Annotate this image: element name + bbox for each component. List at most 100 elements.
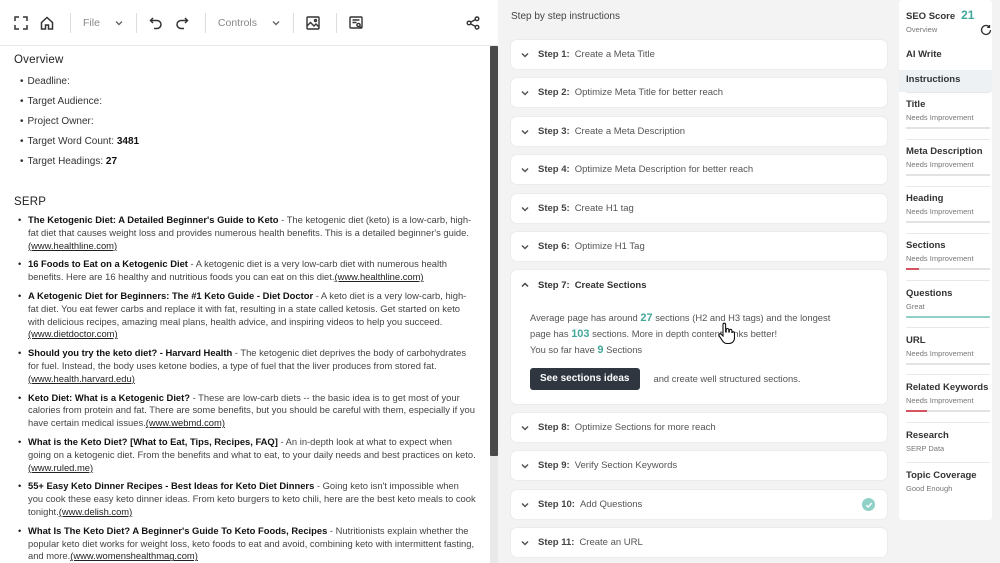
serp-result: What is the Keto Diet? [What to Eat, Tip… <box>14 436 476 474</box>
sidebar-item-questions[interactable]: Questions Great <box>906 288 992 318</box>
serp-link[interactable]: (www.health.harvard.edu) <box>28 373 135 384</box>
see-sections-ideas-button[interactable]: See sections ideas <box>530 368 640 390</box>
chevron-down-icon <box>521 167 529 173</box>
step-row[interactable]: Step 3: Create a Meta Description <box>511 117 887 146</box>
chevron-down-icon <box>521 129 529 135</box>
serp-link[interactable]: (www.healthline.com) <box>334 271 423 282</box>
overview-item: Target Headings: 27 <box>14 152 476 172</box>
sidebar-item-url[interactable]: URL Needs Improvement <box>906 335 992 365</box>
redo-icon[interactable] <box>171 12 193 34</box>
undo-icon[interactable] <box>145 12 167 34</box>
image-icon[interactable] <box>302 12 324 34</box>
editor-scrollbar[interactable] <box>490 46 498 563</box>
sidebar-item-label: Research <box>906 430 949 441</box>
sidebar-item-heading[interactable]: Heading Needs Improvement <box>906 193 992 223</box>
step-row[interactable]: Step 4: Optimize Meta Description for bet… <box>511 155 887 184</box>
serp-link[interactable]: (www.delish.com) <box>59 506 132 517</box>
score-progress-fill <box>906 316 990 318</box>
sidebar-item-label: Related Keywords <box>906 382 989 393</box>
sidebar-item-sections[interactable]: Sections Needs Improvement <box>906 240 992 270</box>
text-fragment: Sections <box>606 344 643 355</box>
scrollbar-thumb[interactable] <box>490 46 498 456</box>
text-fragment: sections (H2 and H3 tags) and the longes… <box>655 312 831 323</box>
serp-title: Keto Diet: What is a Ketogenic Diet? <box>28 391 190 403</box>
serp-link[interactable]: (www.dietdoctor.com) <box>28 328 118 339</box>
step-row[interactable]: Step 6: Optimize H1 Tag <box>511 232 887 261</box>
overview-label: Deadline: <box>27 76 70 87</box>
document-review-icon[interactable] <box>345 12 367 34</box>
chevron-down-icon <box>521 540 529 546</box>
sidebar-item-research[interactable]: Research SERP Data <box>906 430 992 453</box>
step-label: Optimize Meta Title for better reach <box>574 87 724 98</box>
sidebar-item-label: URL <box>906 335 926 346</box>
step-7-header[interactable]: Step 7: Create Sections <box>511 270 887 300</box>
sidebar-item-status: Needs Improvement <box>906 396 974 405</box>
sidebar-item-label: Questions <box>906 288 953 299</box>
score-progress-bar <box>906 127 990 129</box>
sidebar-divider <box>906 92 990 93</box>
step-7-expanded: Step 7: Create Sections Average page has… <box>511 270 887 404</box>
serp-result: What Is The Keto Diet? A Beginner's Guid… <box>14 525 476 563</box>
step-label: Optimize Meta Description for better rea… <box>574 164 754 175</box>
serp-result: A Ketogenic Diet for Beginners: The #1 K… <box>14 290 476 341</box>
home-icon[interactable] <box>36 12 58 34</box>
sidebar-item-label: Sections <box>906 240 946 251</box>
overview-item: Target Audience: <box>14 92 476 112</box>
step-number: Step 8: <box>538 422 570 433</box>
serp-result: The Ketogenic Diet: A Detailed Beginner'… <box>14 214 476 252</box>
sidebar-item-status: Good Enough <box>906 484 953 493</box>
sidebar-item-related-keywords[interactable]: Related Keywords Needs Improvement <box>906 382 992 412</box>
serp-title: What Is The Keto Diet? A Beginner's Guid… <box>28 524 328 536</box>
step-label: Create Sections <box>574 279 647 291</box>
serp-link[interactable]: (www.womenshealthmag.com) <box>70 550 198 561</box>
serp-title: What is the Keto Diet? [What to Eat, Tip… <box>28 435 278 447</box>
serp-title: The Ketogenic Diet: A Detailed Beginner'… <box>28 214 279 225</box>
serp-title: A Ketogenic Diet for Beginners: The #1 K… <box>28 289 314 301</box>
step-row[interactable]: Step 1: Create a Meta Title <box>511 40 887 69</box>
sidebar-item-topic-coverage[interactable]: Topic Coverage Good Enough <box>906 470 992 493</box>
toolbar-divider <box>204 12 206 33</box>
editor-content[interactable]: Overview Deadline: Target Audience: Proj… <box>0 46 490 563</box>
sidebar-divider <box>906 233 990 234</box>
sidebar-item-label: Topic Coverage <box>906 470 977 481</box>
step-row[interactable]: Step 10: Add Questions <box>511 490 887 519</box>
sidebar-item-status: Needs Improvement <box>906 349 974 358</box>
serp-link[interactable]: (www.webmd.com) <box>146 417 225 428</box>
sidebar-item-title[interactable]: Title Needs Improvement <box>906 99 992 129</box>
serp-result: 16 Foods to Eat on a Ketogenic Diet - A … <box>14 258 476 284</box>
chevron-down-icon <box>521 206 529 212</box>
step-label: Add Questions <box>579 499 643 510</box>
step-row[interactable]: Step 5: Create H1 tag <box>511 194 887 223</box>
sidebar-item-meta-description[interactable]: Meta Description Needs Improvement <box>906 146 992 176</box>
fullscreen-icon[interactable] <box>10 12 32 34</box>
avg-sections-count: 27 <box>640 312 653 324</box>
controls-menu[interactable]: Controls <box>214 17 285 29</box>
score-progress-bar <box>906 363 990 365</box>
sidebar-item-status: Needs Improvement <box>906 207 974 216</box>
refresh-icon[interactable] <box>980 24 992 36</box>
score-progress-fill <box>906 410 927 412</box>
step-number: Step 5: <box>538 203 570 214</box>
step-number: Step 1: <box>538 49 570 60</box>
overview-item: Deadline: <box>14 72 476 92</box>
step-number: Step 6: <box>538 241 570 252</box>
sidebar-item-status: Great <box>906 302 925 311</box>
score-progress-bar <box>906 174 990 176</box>
step-row[interactable]: Step 9: Verify Section Keywords <box>511 451 887 480</box>
step-row[interactable]: Step 11: Create an URL <box>511 528 887 557</box>
hand-cursor-icon <box>718 322 735 344</box>
sidebar-item-instructions[interactable]: Instructions <box>906 74 992 85</box>
serp-link[interactable]: (www.ruled.me) <box>28 462 93 473</box>
overview-label: Project Owner: <box>27 116 94 127</box>
sidebar-item-ai-write[interactable]: AI Write <box>906 49 992 60</box>
overview-item: Project Owner: <box>14 112 476 132</box>
overview-label: Target Headings: <box>27 156 104 167</box>
share-icon[interactable] <box>462 12 484 34</box>
serp-link[interactable]: (www.healthline.com) <box>28 240 117 251</box>
text-fragment: Average page has around <box>530 312 638 323</box>
step-row[interactable]: Step 2: Optimize Meta Title for better re… <box>511 78 887 107</box>
text-fragment: sections. More in depth content ranks be… <box>592 328 778 339</box>
toolbar-divider <box>135 12 137 33</box>
step-row[interactable]: Step 8: Optimize Sections for more reach <box>511 413 887 442</box>
file-menu[interactable]: File <box>79 17 128 29</box>
